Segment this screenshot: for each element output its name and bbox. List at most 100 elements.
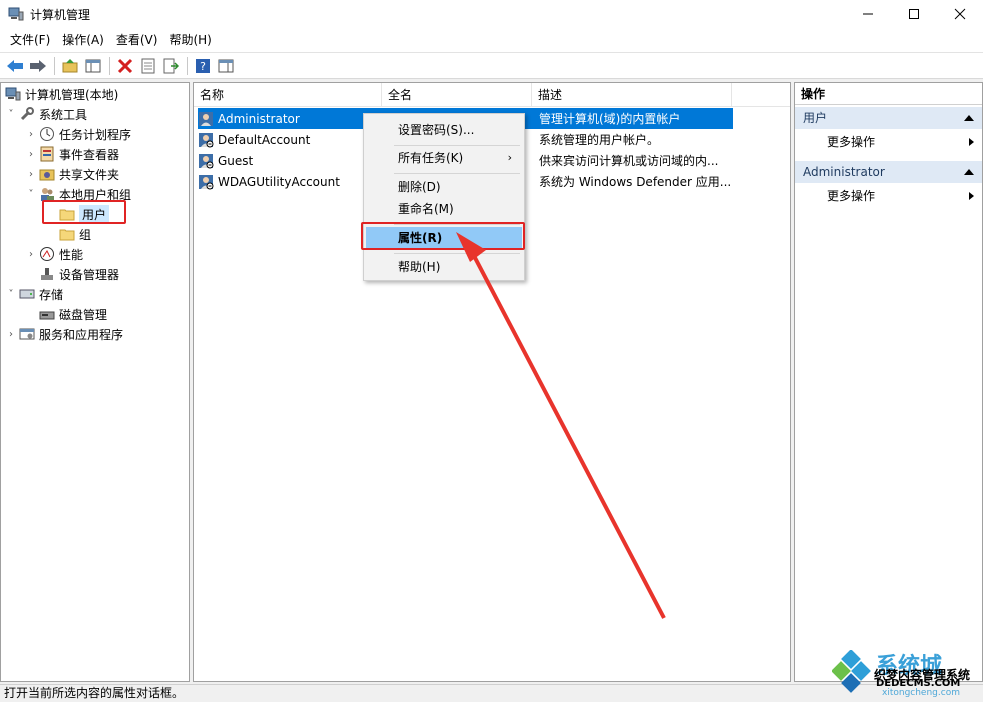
user-name: Administrator [218, 111, 300, 126]
menu-item-set-password[interactable]: 设置密码(S)... [366, 119, 522, 141]
menu-help[interactable]: 帮助(H) [163, 28, 217, 52]
collapsed-chevron-icon[interactable]: › [25, 244, 37, 264]
close-button[interactable] [937, 0, 983, 28]
user-icon [199, 132, 214, 147]
back-arrow-icon [7, 59, 23, 72]
expanded-chevron-icon[interactable]: ˅ [5, 284, 17, 304]
collapse-caret-icon[interactable] [964, 115, 974, 121]
forward-button[interactable] [27, 55, 49, 77]
user-row-defaultaccount[interactable]: DefaultAccount 系统管理的用户帐户。 [198, 129, 659, 150]
system-tools-icon [20, 107, 34, 121]
menu-file[interactable]: 文件(F) [4, 28, 56, 52]
annotation-highlight-box-users [42, 200, 126, 224]
collapsed-chevron-icon[interactable]: › [25, 124, 37, 144]
menu-view[interactable]: 查看(V) [110, 28, 164, 52]
tree-item-services-apps[interactable]: › 服务和应用程序 [5, 324, 123, 344]
svg-text:?: ? [200, 60, 206, 73]
tree-item-groups[interactable]: 组 [45, 224, 91, 244]
section-label: 用户 [803, 111, 828, 125]
tree-item-label: 共享文件夹 [59, 167, 120, 182]
expanded-chevron-icon[interactable]: ˅ [25, 184, 37, 204]
tree-item-label: 组 [79, 227, 92, 242]
back-button[interactable] [4, 55, 26, 77]
menu-item-rename[interactable]: 重命名(M) [366, 198, 522, 220]
collapsed-chevron-icon[interactable]: › [25, 164, 37, 184]
submenu-arrow-icon [969, 138, 974, 146]
watermark: 系统城 织梦内容管理系统 DEDECMS.COM xitongcheng.com [832, 648, 982, 700]
submenu-arrow-icon [969, 192, 974, 200]
tree-item-computer-management[interactable]: 计算机管理(本地) [3, 84, 118, 104]
watermark-logo-icon [832, 650, 871, 693]
expanded-chevron-icon[interactable]: ˅ [5, 104, 17, 124]
menu-item-help[interactable]: 帮助(H) [366, 256, 522, 278]
help-icon: ? [196, 58, 210, 73]
computer-management-icon [5, 87, 21, 101]
action-pane-icon [218, 59, 234, 72]
export-list-button[interactable] [160, 55, 182, 77]
tree-item-shared-folders[interactable]: › 共享文件夹 [25, 164, 119, 184]
tree-item-storage[interactable]: ˅ 存储 [5, 284, 64, 304]
menu-separator [394, 253, 520, 254]
tree-item-label: 设备管理器 [59, 267, 120, 282]
export-list-icon [163, 58, 179, 73]
delete-x-icon [117, 58, 133, 73]
user-icon [199, 153, 214, 168]
maximize-button[interactable] [891, 0, 937, 28]
console-tree: 计算机管理(本地) ˅ 系统工具 › 任务计划程序 › 事件查看器 › 共享文件… [0, 82, 190, 682]
action-label: 更多操作 [827, 135, 876, 149]
up-folder-icon [62, 58, 78, 72]
up-folder-button[interactable] [59, 55, 81, 77]
user-name: DefaultAccount [218, 132, 311, 147]
show-hide-action-pane-button[interactable] [215, 55, 237, 77]
forward-arrow-icon [30, 59, 46, 72]
tree-item-device-manager[interactable]: 设备管理器 [25, 264, 119, 284]
disk-management-icon [39, 311, 55, 320]
delete-button[interactable] [114, 55, 136, 77]
tree-item-disk-management[interactable]: 磁盘管理 [25, 304, 107, 324]
submenu-arrow-icon: › [507, 151, 512, 164]
collapsed-chevron-icon[interactable]: › [5, 324, 17, 344]
close-icon [954, 8, 966, 20]
menu-action[interactable]: 操作(A) [56, 28, 110, 52]
collapse-caret-icon[interactable] [964, 169, 974, 175]
task-scheduler-icon [40, 127, 54, 141]
storage-icon [19, 289, 35, 299]
tree-item-label: 服务和应用程序 [39, 327, 124, 342]
actions-more-actions-users[interactable]: 更多操作 [795, 131, 982, 153]
user-icon [199, 111, 213, 126]
collapsed-chevron-icon[interactable]: › [25, 144, 37, 164]
list-header: 名称 全名 描述 [194, 83, 790, 107]
tree-item-label: 磁盘管理 [59, 307, 108, 322]
user-description: 管理计算机(域)的内置帐户 [539, 112, 681, 126]
device-manager-icon [41, 268, 53, 280]
tree-item-label: 性能 [59, 247, 84, 262]
tree-item-event-viewer[interactable]: › 事件查看器 [25, 144, 119, 164]
user-name: Guest [218, 153, 254, 168]
minimize-button[interactable] [845, 0, 891, 28]
user-row-wdagutilityaccount[interactable]: WDAGUtilityAccount 系统为 Windows Defender … [198, 171, 731, 192]
tree-item-performance[interactable]: › 性能 [25, 244, 83, 264]
user-row-guest[interactable]: Guest 供来宾访问计算机或访问域的内... [198, 150, 718, 171]
column-header-fullname[interactable]: 全名 [382, 83, 532, 107]
tree-item-label: 事件查看器 [59, 147, 120, 162]
menu-item-delete[interactable]: 删除(D) [366, 176, 522, 198]
menu-item-all-tasks[interactable]: 所有任务(K) › [366, 147, 522, 169]
tree-item-system-tools[interactable]: ˅ 系统工具 [5, 104, 87, 124]
help-button[interactable]: ? [192, 55, 214, 77]
tree-item-label: 任务计划程序 [59, 127, 132, 142]
annotation-highlight-box-properties [361, 222, 525, 250]
user-description: 系统为 Windows Defender 应用... [539, 175, 732, 189]
column-header-description[interactable]: 描述 [532, 83, 732, 107]
user-description: 供来宾访问计算机或访问域的内... [539, 154, 719, 168]
show-hide-tree-button[interactable] [82, 55, 104, 77]
actions-section-administrator[interactable]: Administrator [795, 161, 982, 183]
section-label: Administrator [803, 165, 885, 179]
properties-button[interactable] [137, 55, 159, 77]
actions-more-actions-administrator[interactable]: 更多操作 [795, 185, 982, 207]
column-header-name[interactable]: 名称 [194, 83, 382, 107]
actions-section-users[interactable]: 用户 [795, 107, 982, 129]
action-label: 更多操作 [827, 189, 876, 203]
tree-item-task-scheduler[interactable]: › 任务计划程序 [25, 124, 131, 144]
tree-item-label: 系统工具 [39, 107, 88, 122]
window-title: 计算机管理 [30, 7, 91, 22]
